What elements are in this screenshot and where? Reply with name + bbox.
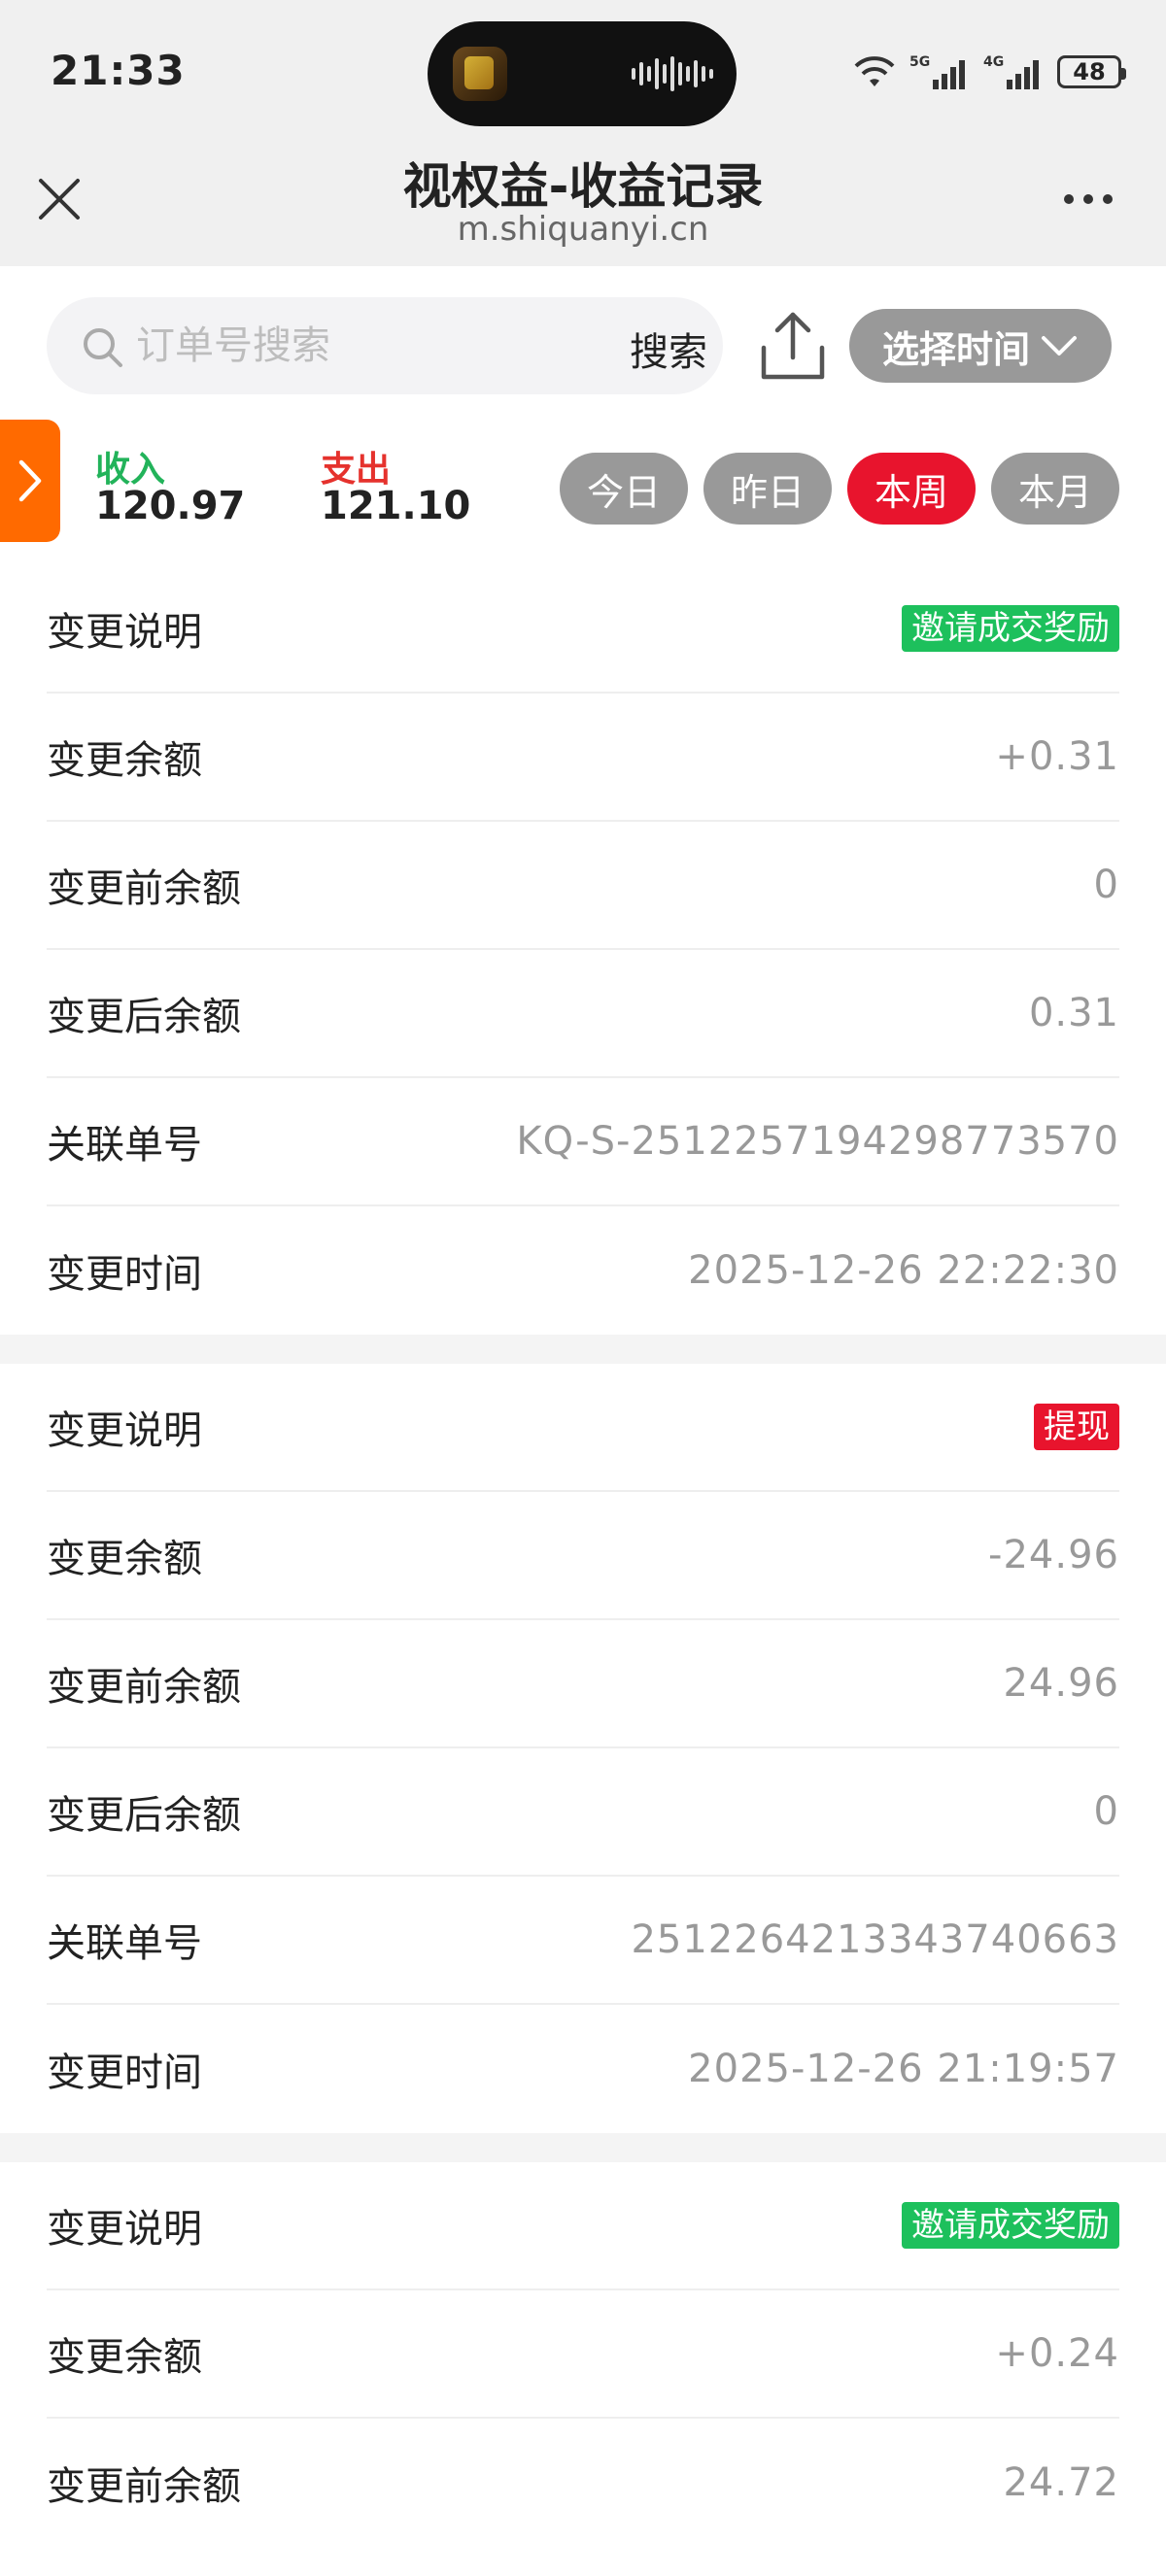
- record-card[interactable]: 变更说明 提现 变更余额 -24.96 变更前余额 24.96 变更后余额 0 …: [0, 1364, 1166, 2133]
- record-before-label: 变更前余额: [47, 866, 241, 911]
- more-button[interactable]: [1049, 185, 1127, 214]
- records-list: 变更说明 邀请成交奖励 变更余额 +0.31 变更前余额 0 变更后余额 0.3…: [0, 565, 1166, 2547]
- record-order-label: 关联单号: [47, 1921, 202, 1966]
- record-row: 关联单号 KQ-S-2512257194298773570: [47, 1078, 1119, 1206]
- tab-yesterday[interactable]: 昨日: [703, 453, 832, 525]
- record-row: 变更余额 +0.31: [47, 694, 1119, 822]
- tab-this-month[interactable]: 本月: [991, 453, 1119, 525]
- battery-icon: 48: [1057, 55, 1126, 88]
- network-label-4g: 4G: [983, 54, 1004, 70]
- record-time: 2025-12-26 21:19:57: [688, 2047, 1119, 2091]
- navigation-bar: 视权益-收益记录 m.shiquanyi.cn: [0, 146, 1166, 266]
- signal-icon: 4G: [983, 54, 1039, 89]
- tab-today[interactable]: 今日: [560, 453, 688, 525]
- record-row: 变更余额 +0.24: [47, 2290, 1119, 2419]
- record-order-number[interactable]: 2512264213343740663: [631, 1917, 1119, 1962]
- record-description-label: 变更说明: [47, 1408, 202, 1453]
- record-type-tag: 邀请成交奖励: [902, 605, 1119, 652]
- now-playing-app-icon: [453, 47, 507, 101]
- status-icons: 5G 4G 48: [853, 51, 1126, 93]
- time-select-dropdown[interactable]: 选择时间: [849, 309, 1112, 383]
- expense-value: 121.10: [321, 484, 471, 528]
- signal-icon: 5G: [909, 54, 965, 89]
- record-after: 0.31: [1028, 991, 1119, 1035]
- record-row: 变更说明 邀请成交奖励: [47, 565, 1119, 694]
- record-description-label: 变更说明: [47, 2207, 202, 2252]
- network-label-5g: 5G: [909, 54, 930, 70]
- record-row: 变更时间 2025-12-26 21:19:57: [47, 2005, 1119, 2133]
- record-type-tag: 提现: [1034, 1404, 1119, 1450]
- page-title: 视权益-收益记录: [402, 158, 764, 215]
- record-amount-label: 变更余额: [47, 2335, 202, 2380]
- upload-icon[interactable]: [758, 309, 828, 383]
- record-after: 0: [1093, 1789, 1119, 1834]
- wifi-icon: [854, 56, 895, 86]
- record-divider: [0, 1335, 1166, 1364]
- record-row: 变更前余额 0: [47, 822, 1119, 950]
- record-amount-label: 变更余额: [47, 1537, 202, 1581]
- period-tabs: 今日 昨日 本周 本月: [560, 453, 1119, 525]
- record-after-label: 变更后余额: [47, 1793, 241, 1838]
- record-row: 变更后余额 0: [47, 1748, 1119, 1877]
- tab-this-week[interactable]: 本周: [847, 453, 976, 525]
- search-bar[interactable]: 搜索: [47, 297, 723, 394]
- record-row: 变更后余额 0.31: [47, 950, 1119, 1078]
- record-description-label: 变更说明: [47, 610, 202, 655]
- record-row: 变更时间 2025-12-26 22:22:30: [47, 1206, 1119, 1335]
- record-row: 关联单号 2512264213343740663: [47, 1877, 1119, 2005]
- record-row: 变更前余额 24.72: [47, 2419, 1119, 2547]
- record-row: 变更余额 -24.96: [47, 1492, 1119, 1620]
- record-time-label: 变更时间: [47, 2051, 202, 2095]
- time-select-label: 选择时间: [881, 327, 1030, 371]
- search-button[interactable]: 搜索: [630, 321, 707, 377]
- record-card[interactable]: 变更说明 邀请成交奖励 变更余额 +0.31 变更前余额 0 变更后余额 0.3…: [0, 565, 1166, 1335]
- status-bar: 21:33 5G 4G 48: [0, 0, 1166, 146]
- record-card[interactable]: 变更说明 邀请成交奖励 变更余额 +0.24 变更前余额 24.72: [0, 2162, 1166, 2547]
- record-before-label: 变更前余额: [47, 2464, 241, 2509]
- search-input[interactable]: [136, 321, 564, 371]
- status-time: 21:33: [51, 47, 186, 94]
- chevron-down-icon: [1042, 336, 1077, 356]
- page-url: m.shiquanyi.cn: [457, 210, 709, 249]
- record-time-label: 变更时间: [47, 1252, 202, 1297]
- more-icon: [1064, 194, 1074, 204]
- record-before: 0: [1093, 863, 1119, 907]
- record-before: 24.72: [1003, 2460, 1119, 2505]
- record-before: 24.96: [1003, 1661, 1119, 1706]
- dynamic-island[interactable]: [428, 21, 737, 126]
- record-after-label: 变更后余额: [47, 995, 241, 1039]
- record-amount: +0.31: [995, 734, 1119, 779]
- record-order-label: 关联单号: [47, 1123, 202, 1168]
- record-type-tag: 邀请成交奖励: [902, 2202, 1119, 2249]
- record-order-number[interactable]: KQ-S-2512257194298773570: [516, 1119, 1119, 1164]
- record-amount: +0.24: [995, 2331, 1119, 2376]
- record-amount: -24.96: [988, 1533, 1119, 1577]
- record-row: 变更说明 提现: [47, 1364, 1119, 1492]
- record-divider: [0, 2133, 1166, 2162]
- record-before-label: 变更前余额: [47, 1665, 241, 1710]
- record-time: 2025-12-26 22:22:30: [688, 1248, 1119, 1293]
- side-expand-tab[interactable]: [0, 420, 60, 542]
- top-area: 21:33 5G 4G 48 视权益-收益记录 m.shiquanyi.cn: [0, 0, 1166, 266]
- battery-level: 48: [1073, 58, 1106, 85]
- record-row: 变更说明 邀请成交奖励: [47, 2162, 1119, 2290]
- record-amount-label: 变更余额: [47, 738, 202, 783]
- income-value: 120.97: [95, 484, 246, 528]
- chevron-right-icon: [18, 459, 42, 502]
- audio-wave-icon: [632, 56, 713, 91]
- record-row: 变更前余额 24.96: [47, 1620, 1119, 1748]
- search-icon: [84, 328, 122, 367]
